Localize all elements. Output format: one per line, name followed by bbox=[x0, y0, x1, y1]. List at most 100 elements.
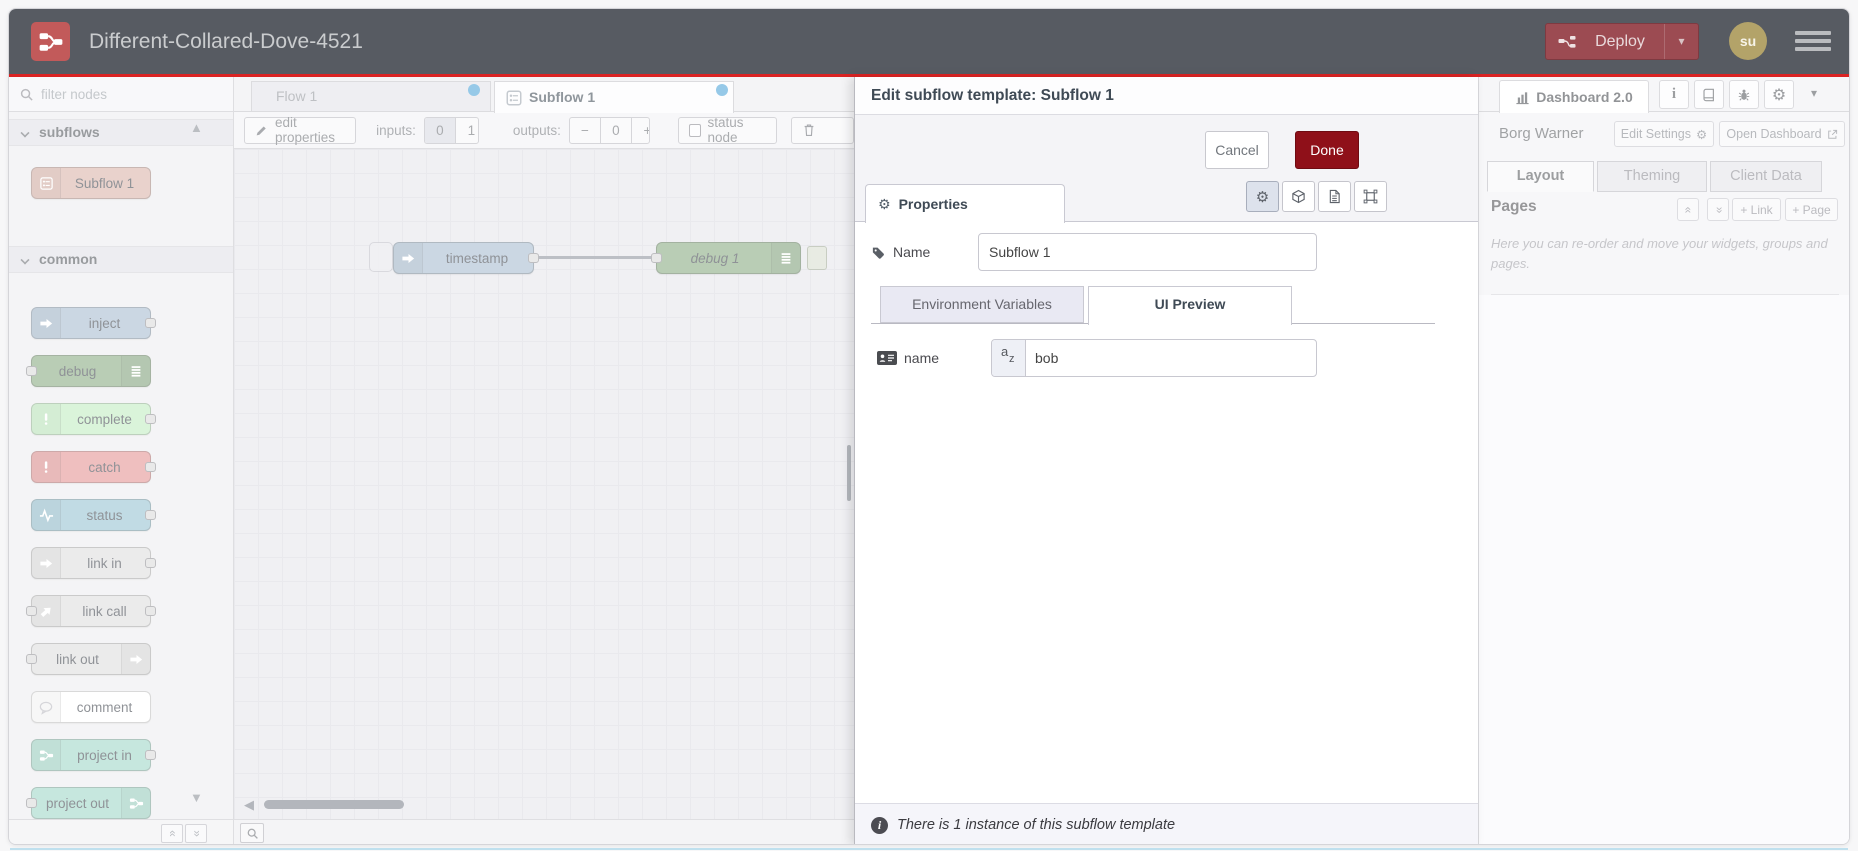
tab-flow-1[interactable]: Flow 1 bbox=[251, 81, 491, 112]
expand-all-button[interactable]: « bbox=[185, 824, 207, 843]
wire-timestamp-debug[interactable] bbox=[534, 256, 656, 259]
config-tab-button[interactable]: ⚙ bbox=[1764, 80, 1794, 109]
tab-dashboard-2[interactable]: Dashboard 2.0 bbox=[1499, 80, 1649, 113]
description-button[interactable] bbox=[1318, 181, 1351, 212]
flow-canvas-region: Flow 1 Subflow 1 edit properties inputs:… bbox=[234, 77, 854, 844]
palette-category-common[interactable]: common bbox=[9, 246, 233, 273]
exclaim-icon bbox=[32, 452, 61, 482]
tab-properties[interactable]: ⚙ Properties bbox=[865, 184, 1065, 223]
outputs-minus-button[interactable]: − bbox=[570, 117, 601, 143]
palette-node-link-in[interactable]: link in bbox=[31, 547, 156, 579]
delete-subflow-button[interactable] bbox=[791, 116, 854, 144]
inputs-0-button[interactable]: 0 bbox=[424, 117, 456, 143]
inputs-1-button[interactable]: 1 bbox=[456, 118, 478, 143]
input-port[interactable] bbox=[651, 253, 662, 263]
status-node-toggle[interactable]: status node bbox=[678, 115, 777, 145]
deploy-caret-icon[interactable]: ▾ bbox=[1664, 24, 1698, 59]
output-port[interactable] bbox=[528, 253, 539, 263]
chevrons-down-icon: « bbox=[1711, 206, 1725, 213]
unsaved-changes-dot bbox=[716, 84, 728, 96]
tab-client-data[interactable]: Client Data bbox=[1710, 161, 1822, 192]
palette-node-label: comment bbox=[76, 699, 133, 715]
vertical-scrollbar[interactable] bbox=[847, 445, 851, 501]
input-port[interactable] bbox=[26, 798, 37, 808]
palette-scroll-area[interactable]: subflows common ▲ ▼ Subflow 1 inject debug… bbox=[9, 112, 233, 819]
main-menu-icon[interactable] bbox=[1795, 31, 1831, 53]
node-timestamp[interactable]: timestamp bbox=[393, 242, 539, 274]
appearance-button[interactable] bbox=[1282, 181, 1315, 212]
output-port[interactable] bbox=[145, 462, 156, 472]
palette-node-debug[interactable]: debug bbox=[26, 355, 151, 387]
debug-toggle-button[interactable] bbox=[807, 246, 827, 270]
tab-layout[interactable]: Layout bbox=[1487, 161, 1594, 192]
palette-node-project-out[interactable]: project out bbox=[26, 787, 151, 819]
move-up-button[interactable]: « bbox=[1677, 198, 1699, 221]
tab-environment-variables[interactable]: Environment Variables bbox=[880, 286, 1084, 323]
tray-title: Edit subflow template: Subflow 1 bbox=[855, 77, 1478, 115]
outputs-label: outputs: bbox=[512, 122, 561, 138]
input-port[interactable] bbox=[26, 366, 37, 376]
palette-node-label: Subflow 1 bbox=[74, 175, 135, 191]
help-tab-button[interactable] bbox=[1694, 80, 1724, 109]
palette-node-project-in[interactable]: project in bbox=[31, 739, 156, 771]
collapse-all-button[interactable]: « bbox=[161, 824, 183, 843]
add-page-button[interactable]: + Page bbox=[1785, 198, 1838, 221]
tab-ui-preview[interactable]: UI Preview bbox=[1088, 286, 1292, 325]
workspace-title: Different-Collared-Dove-4521 bbox=[89, 30, 363, 53]
debug-tab-button[interactable] bbox=[1729, 80, 1759, 109]
done-button[interactable]: Done bbox=[1295, 131, 1359, 169]
node-debug-1[interactable]: debug 1 bbox=[651, 242, 801, 274]
input-port[interactable] bbox=[26, 606, 37, 616]
cancel-button[interactable]: Cancel bbox=[1205, 131, 1269, 169]
sidebar-menu-caret-icon[interactable]: ▾ bbox=[1811, 86, 1817, 100]
deploy-button[interactable]: Deploy ▾ bbox=[1545, 23, 1699, 60]
palette-scroll-down-icon[interactable]: ▼ bbox=[190, 790, 203, 805]
palette-node-link-out[interactable]: link out bbox=[26, 643, 151, 675]
zoom-search-button[interactable] bbox=[240, 823, 264, 843]
palette-node-label: link in bbox=[87, 555, 122, 571]
horizontal-scrollbar[interactable] bbox=[264, 800, 404, 809]
outputs-plus-button[interactable]: + bbox=[632, 118, 649, 143]
tab-subflow-1[interactable]: Subflow 1 bbox=[494, 81, 734, 113]
user-avatar[interactable]: su bbox=[1729, 22, 1767, 60]
palette-node-inject[interactable]: inject bbox=[31, 307, 156, 339]
properties-view-button[interactable]: ⚙ bbox=[1246, 181, 1279, 212]
add-link-button[interactable]: + Link bbox=[1732, 198, 1781, 221]
palette-node-complete[interactable]: complete bbox=[31, 403, 156, 435]
subflow-canvas[interactable]: timestamp debug 1 ◀ bbox=[234, 149, 854, 819]
output-port[interactable] bbox=[145, 318, 156, 328]
gear-icon: ⚙ bbox=[1771, 86, 1787, 104]
outputs-count-group: − 0 + bbox=[568, 116, 651, 144]
status-node-checkbox[interactable] bbox=[689, 123, 701, 137]
edit-properties-button[interactable]: edit properties bbox=[244, 115, 357, 145]
palette-node-catch[interactable]: catch bbox=[31, 451, 156, 483]
palette-search[interactable]: filter nodes bbox=[9, 77, 233, 112]
type-string-icon[interactable]: az bbox=[992, 340, 1026, 376]
move-down-button[interactable]: « bbox=[1707, 198, 1729, 221]
input-port[interactable] bbox=[26, 654, 37, 664]
open-dashboard-button[interactable]: Open Dashboard bbox=[1719, 121, 1845, 147]
env-value-input[interactable]: bob bbox=[1026, 340, 1316, 376]
palette-node-link-call[interactable]: link call bbox=[26, 595, 156, 627]
palette-node-subflow-1[interactable]: Subflow 1 bbox=[31, 167, 151, 199]
output-port[interactable] bbox=[145, 414, 156, 424]
palette-footer: « « bbox=[9, 819, 233, 844]
bug-icon bbox=[1737, 88, 1751, 102]
edit-settings-button[interactable]: Edit Settings ⚙ bbox=[1614, 121, 1714, 147]
subflow-name-input[interactable]: Subflow 1 bbox=[978, 233, 1317, 271]
info-tab-button[interactable]: i bbox=[1659, 80, 1689, 109]
scroll-left-icon[interactable]: ◀ bbox=[244, 797, 254, 813]
module-properties-button[interactable] bbox=[1354, 181, 1387, 212]
output-port[interactable] bbox=[145, 750, 156, 760]
subflow-input-stub[interactable] bbox=[369, 242, 393, 272]
output-port[interactable] bbox=[145, 606, 156, 616]
palette-scroll-up-icon[interactable]: ▲ bbox=[190, 120, 203, 135]
output-port[interactable] bbox=[145, 558, 156, 568]
palette-node-status[interactable]: status bbox=[31, 499, 156, 531]
palette-node-comment[interactable]: comment bbox=[31, 691, 151, 723]
chevron-down-icon bbox=[20, 128, 30, 138]
tab-theming[interactable]: Theming bbox=[1597, 161, 1707, 192]
comment-icon bbox=[32, 692, 61, 722]
output-port[interactable] bbox=[145, 510, 156, 520]
info-icon: i bbox=[1671, 86, 1677, 102]
